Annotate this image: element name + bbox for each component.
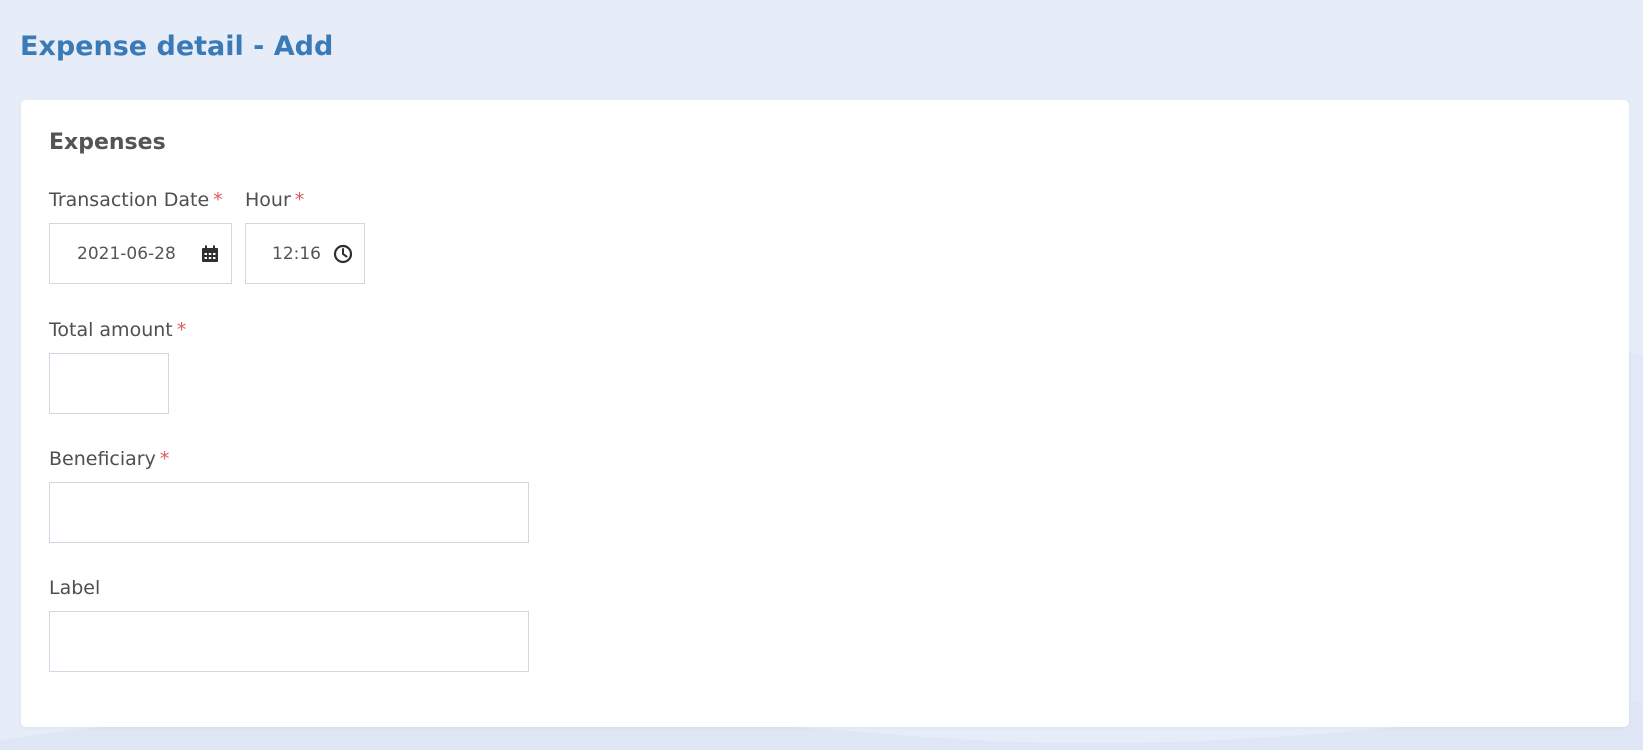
label-field-label: Label (49, 576, 100, 600)
transaction-date-label: Transaction Date * (49, 188, 223, 212)
hour-value: 12:16 (272, 243, 321, 264)
required-marker: * (213, 189, 223, 211)
clock-icon[interactable] (332, 243, 354, 265)
transaction-date-field[interactable]: 2021-06-28 (49, 223, 232, 284)
page-title: Expense detail - Add (20, 31, 334, 62)
label-input[interactable] (49, 611, 529, 672)
expense-form-card: Expenses Transaction Date * 2021-06-28 Ho… (21, 100, 1629, 727)
hour-label: Hour * (245, 188, 304, 212)
transaction-date-label-text: Transaction Date (49, 189, 210, 211)
beneficiary-input[interactable] (49, 482, 529, 543)
calendar-icon[interactable] (199, 243, 221, 265)
total-amount-label: Total amount * (49, 318, 186, 342)
transaction-date-value: 2021-06-28 (77, 243, 176, 264)
section-title: Expenses (49, 130, 166, 155)
total-amount-label-text: Total amount (49, 319, 173, 341)
beneficiary-label-text: Beneficiary (49, 448, 156, 470)
label-field-label-text: Label (49, 577, 101, 599)
required-marker: * (159, 448, 170, 470)
hour-label-text: Hour (245, 189, 291, 211)
required-marker: * (294, 189, 305, 211)
total-amount-input[interactable] (49, 353, 169, 414)
required-marker: * (176, 319, 187, 341)
hour-field[interactable]: 12:16 (245, 223, 365, 284)
beneficiary-label: Beneficiary * (49, 447, 169, 471)
